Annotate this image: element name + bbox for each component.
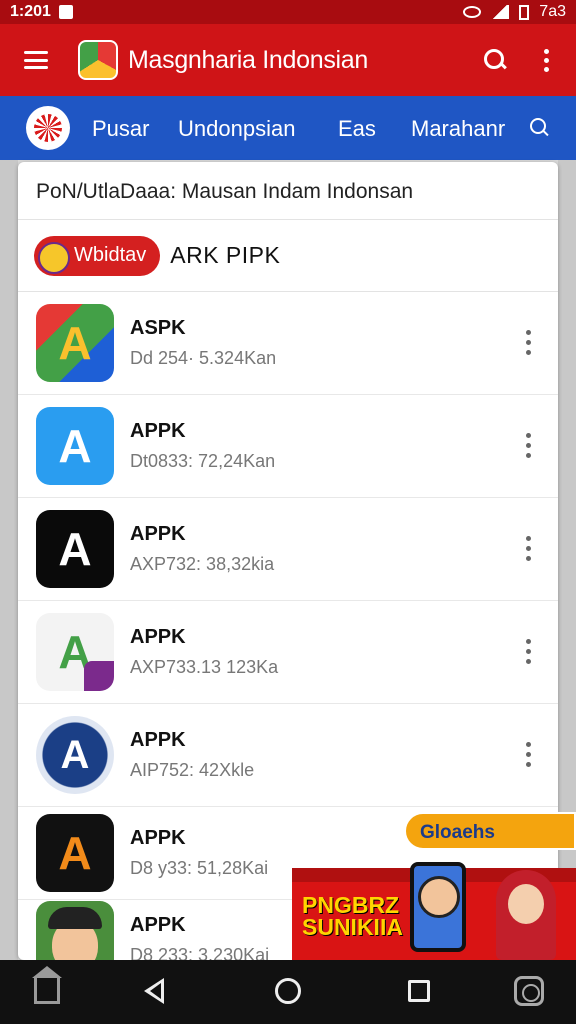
brand-title: ARK PIPK [170, 242, 281, 268]
app-title: Masgnharia Indonsian [128, 45, 368, 74]
nav-tab-pusar[interactable]: Pusar [92, 116, 149, 142]
promo-girl-illustration [496, 870, 556, 960]
search-icon[interactable] [482, 47, 508, 73]
nav-tab-eas[interactable]: Eas [338, 116, 376, 142]
app-meta: D8 233: 3.230Kai [130, 944, 270, 961]
dialog-header: PoN/UtlaDaaa: Mausan Indam Indonsan [18, 162, 558, 220]
row-more-icon[interactable] [526, 433, 532, 458]
battery-icon [519, 4, 530, 20]
apk-black-icon: A [36, 510, 114, 588]
home-button-icon[interactable] [275, 978, 301, 1004]
apk-blue-icon: A [36, 407, 114, 485]
app-meta: AXP732: 38,32kia [130, 554, 275, 574]
background-edge-left [0, 160, 18, 960]
apk-orange-icon: A [36, 814, 114, 892]
back-icon[interactable] [144, 978, 164, 1004]
screenshot-icon[interactable] [514, 976, 544, 1006]
nav-tab-marahanr[interactable]: Marahanr [411, 116, 505, 142]
signal-icon [491, 5, 510, 19]
app-row[interactable]: A APPK AIP752: 42Xkle [18, 704, 558, 807]
app-list: A ASPK Dd 254· 5.324Kan A APPK Dt0833: 72,… [18, 292, 558, 960]
app-name: APPK [130, 729, 186, 751]
battery-level: 7a3 [539, 3, 566, 20]
app-name: ASPK [130, 317, 186, 339]
app-meta: AIP752: 42Xkle [130, 760, 255, 780]
brand-pill[interactable]: Wbidtav [34, 235, 161, 276]
app-meta: Dd 254· 5.324Kan [130, 348, 277, 368]
app-row[interactable]: A ASPK Dd 254· 5.324Kan [18, 292, 558, 395]
app-row[interactable]: A APPK Dt0833: 72,24Kan [18, 395, 558, 498]
app-logo [78, 40, 118, 80]
row-more-icon[interactable] [526, 639, 532, 664]
row-more-icon[interactable] [526, 536, 532, 561]
app-row[interactable]: A APPK AXP733.13 123Ka [18, 601, 558, 704]
apk-multicolor-icon: A [36, 304, 114, 382]
nav-logo[interactable] [26, 106, 70, 150]
apk-green-purple-icon: A [36, 613, 114, 691]
app-name: APPK [130, 626, 186, 648]
status-bar: 1:201 7a3 [0, 0, 576, 24]
row-more-icon[interactable] [526, 330, 532, 355]
apk-avatar-icon [36, 900, 114, 960]
status-icons: 7a3 [463, 3, 566, 21]
recents-icon[interactable] [408, 980, 430, 1002]
promo-badge[interactable]: Gloaehs [404, 812, 576, 850]
category-nav: Pusar Undonpsian Eas Marahanr [0, 96, 576, 160]
eye-icon [463, 6, 482, 18]
status-time: 1:201 [10, 3, 51, 20]
nav-search-icon[interactable] [530, 118, 550, 138]
row-more-icon[interactable] [526, 742, 532, 767]
app-row[interactable]: A APPK AXP732: 38,32kia [18, 498, 558, 601]
notification-icon [58, 5, 73, 19]
home-icon[interactable] [32, 966, 62, 1004]
app-meta: D8 y33: 51,28Kai [130, 858, 269, 878]
app-name: APPK [130, 420, 186, 442]
apk-round-blue-icon: A [36, 716, 114, 794]
hamburger-menu-icon[interactable] [24, 51, 48, 69]
overflow-menu-icon[interactable] [544, 48, 550, 72]
app-meta: Dt0833: 72,24Kan [130, 451, 276, 471]
app-name: APPK [130, 827, 186, 849]
brand-row: Wbidtav ARK PIPK [18, 220, 558, 292]
app-bar: Masgnharia Indonsian [0, 24, 576, 96]
nav-tab-undonpsian[interactable]: Undonpsian [178, 116, 295, 142]
system-nav-bar [0, 960, 576, 1024]
app-name: APPK [130, 913, 186, 936]
promo-character-icon [418, 876, 460, 918]
app-name: APPK [130, 523, 186, 545]
app-meta: AXP733.13 123Ka [130, 657, 279, 677]
